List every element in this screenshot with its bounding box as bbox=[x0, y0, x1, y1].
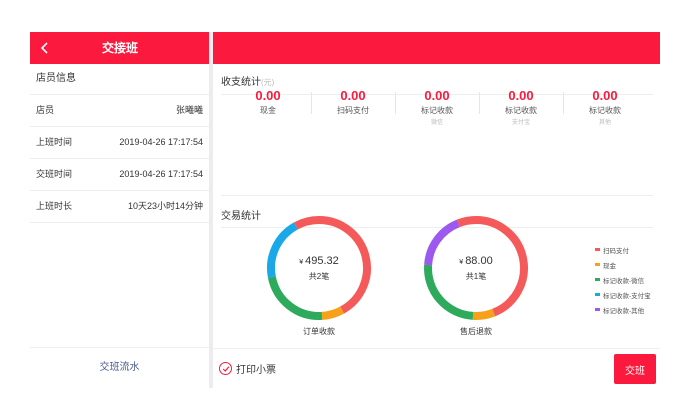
legend-item: 标记收款-支付宝 bbox=[595, 287, 651, 302]
row-value: 2019-04-26 17:17:54 bbox=[119, 169, 203, 179]
stat-sublabel: 支付宝 bbox=[511, 120, 530, 126]
stat-cash: 0.00 现金 bbox=[226, 88, 310, 116]
stat-value: 0.00 bbox=[340, 88, 366, 103]
page-title: 交接班 bbox=[101, 41, 138, 55]
stat-label: 现金 bbox=[260, 106, 276, 115]
donut-label: 订单收款 bbox=[303, 327, 335, 336]
staff-panel: 店员信息 店员 张曦曦 上班时间 2019-04-26 17:17:54 交班时… bbox=[30, 64, 209, 388]
stat-sublabel: 其他 bbox=[598, 120, 611, 126]
income-unit: (元) bbox=[261, 78, 275, 87]
staff-section-title: 店员信息 bbox=[30, 64, 209, 95]
donut-amount: ¥88.00 bbox=[459, 255, 492, 267]
stat-mark-other: 0.00 标记收款 其他 bbox=[563, 88, 647, 126]
currency-symbol: ¥ bbox=[299, 258, 304, 266]
income-section-title: 收支统计(元) bbox=[221, 73, 274, 88]
row-value: 张曦曦 bbox=[175, 105, 203, 115]
divider bbox=[221, 195, 653, 196]
donut-order-income: ¥495.32 共2笔 订单收款 bbox=[264, 214, 374, 337]
staff-row-name: 店员 张曦曦 bbox=[30, 95, 209, 127]
row-label: 上班时间 bbox=[36, 137, 73, 147]
donut-center: ¥495.32 共2笔 bbox=[264, 214, 374, 322]
legend-label: 标记收款-其他 bbox=[603, 307, 645, 315]
stat-label: 扫码支付 bbox=[337, 106, 369, 115]
stat-label: 标记收款 bbox=[505, 106, 537, 115]
transactions-section-title: 交易统计 bbox=[221, 211, 261, 222]
donut-count: 共2笔 bbox=[308, 271, 330, 281]
stat-sublabel: 微信 bbox=[430, 120, 443, 126]
row-value: 2019-04-26 17:17:54 bbox=[119, 137, 203, 147]
stat-mark-alipay: 0.00 标记收款 支付宝 bbox=[479, 88, 563, 126]
row-label: 上班时长 bbox=[36, 201, 73, 211]
stat-mark-wechat: 0.00 标记收款 微信 bbox=[395, 88, 479, 126]
legend-label: 扫码支付 bbox=[603, 247, 629, 255]
legend-item: 标记收款-微信 bbox=[595, 272, 651, 287]
currency-symbol: ¥ bbox=[459, 258, 464, 266]
row-label: 店员 bbox=[36, 105, 55, 115]
legend-label: 标记收款-微信 bbox=[603, 277, 645, 285]
donut-refunds: ¥88.00 共1笔 售后退款 bbox=[421, 214, 531, 337]
handover-button[interactable]: 交班 bbox=[614, 354, 656, 384]
stat-scan-pay: 0.00 扫码支付 bbox=[311, 88, 395, 116]
donut-amount: ¥495.32 bbox=[299, 255, 339, 267]
legend-swatch bbox=[595, 278, 600, 281]
amount-value: 88.00 bbox=[465, 254, 493, 267]
legend-item: 扫码支付 bbox=[595, 242, 651, 257]
staff-row-handover-time: 交班时间 2019-04-26 17:17:54 bbox=[30, 159, 209, 191]
chart-legend: 扫码支付 现金 标记收款-微信 标记收款-支付宝 标记收款-其他 bbox=[595, 242, 651, 317]
top-bar: 交接班 bbox=[30, 32, 660, 64]
legend-swatch bbox=[595, 293, 600, 296]
stat-value: 0.00 bbox=[424, 88, 450, 103]
donut-center: ¥88.00 共1笔 bbox=[421, 214, 531, 322]
legend-swatch bbox=[595, 308, 600, 311]
staff-row-start-time: 上班时间 2019-04-26 17:17:54 bbox=[30, 127, 209, 159]
stat-value: 0.00 bbox=[592, 88, 618, 103]
legend-swatch bbox=[595, 248, 600, 251]
stat-value: 0.00 bbox=[508, 88, 534, 103]
income-title-text: 收支统计 bbox=[221, 77, 261, 88]
legend-item: 标记收款-其他 bbox=[595, 302, 651, 317]
legend-swatch bbox=[595, 263, 600, 266]
row-value: 10天23小时14分钟 bbox=[127, 201, 203, 211]
handover-log-link[interactable]: 交班流水 bbox=[30, 347, 209, 388]
stat-label: 标记收款 bbox=[589, 106, 621, 115]
legend-label: 现金 bbox=[603, 262, 616, 270]
donut-label: 售后退款 bbox=[460, 327, 492, 336]
row-label: 交班时间 bbox=[36, 169, 73, 179]
donut-count: 共1笔 bbox=[465, 271, 487, 281]
staff-row-duration: 上班时长 10天23小时14分钟 bbox=[30, 191, 209, 223]
bottom-bar: 打印小票 bbox=[213, 348, 660, 389]
legend-item: 现金 bbox=[595, 257, 651, 272]
print-receipt-toggle[interactable]: 打印小票 bbox=[219, 361, 276, 376]
stat-label: 标记收款 bbox=[421, 106, 453, 115]
print-receipt-label: 打印小票 bbox=[236, 365, 276, 376]
amount-value: 495.32 bbox=[305, 254, 339, 267]
stat-value: 0.00 bbox=[255, 88, 281, 103]
legend-label: 标记收款-支付宝 bbox=[603, 292, 651, 300]
checkmark-icon bbox=[219, 362, 232, 375]
